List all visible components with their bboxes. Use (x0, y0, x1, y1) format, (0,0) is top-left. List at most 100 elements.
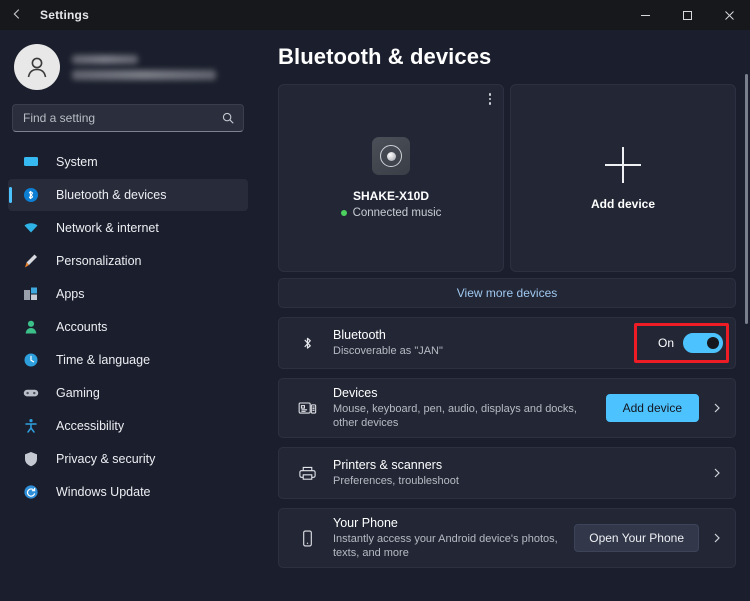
minimize-button[interactable] (624, 0, 666, 30)
search-icon[interactable] (221, 111, 235, 125)
bluetooth-toggle-label: On (657, 336, 674, 350)
device-status-label: Connected music (352, 207, 442, 219)
sidebar-item-label: Accessibility (56, 419, 125, 433)
window-body: System Bluetooth & devices Ne (0, 30, 750, 601)
close-icon (724, 10, 735, 21)
your-phone-row-text: Your Phone Instantly access your Android… (333, 509, 574, 567)
devices-row-title: Devices (333, 386, 378, 400)
sidebar-item-label: Privacy & security (56, 452, 156, 466)
content-scrollbar[interactable] (745, 74, 748, 324)
search-input[interactable] (23, 111, 221, 125)
close-button[interactable] (708, 0, 750, 30)
window-controls (624, 0, 750, 30)
speaker-icon (372, 137, 410, 175)
devices-icon (295, 399, 319, 418)
more-options-icon[interactable] (488, 93, 491, 105)
add-device-card[interactable]: Add device (510, 84, 736, 272)
sidebar-nav: System Bluetooth & devices Network & int… (8, 144, 248, 508)
title-bar: Settings (0, 0, 750, 30)
wifi-icon (22, 219, 40, 237)
arrow-left-icon (10, 7, 24, 24)
minimize-icon (640, 10, 651, 21)
account-text (72, 54, 216, 80)
search-container (8, 100, 248, 144)
apps-icon (22, 285, 40, 303)
monitor-icon (22, 153, 40, 171)
add-device-button[interactable]: Add device (605, 394, 699, 422)
sidebar-item-label: Windows Update (56, 485, 151, 499)
sidebar-item-privacy-security[interactable]: Privacy & security (8, 443, 248, 475)
sidebar-item-bluetooth-devices[interactable]: Bluetooth & devices (8, 179, 248, 211)
sidebar-item-label: Personalization (56, 254, 142, 268)
connected-device-card[interactable]: SHAKE-X10D Connected music (278, 84, 504, 272)
sidebar-item-time-language[interactable]: Time & language (8, 344, 248, 376)
sidebar-item-personalization[interactable]: Personalization (8, 245, 248, 277)
content-area: Bluetooth & devices SHAKE-X10D Connected… (256, 30, 750, 601)
search-box[interactable] (12, 104, 244, 132)
bluetooth-toggle[interactable] (683, 333, 723, 353)
bluetooth-icon (22, 186, 40, 204)
sidebar-item-gaming[interactable]: Gaming (8, 377, 248, 409)
refresh-icon (22, 483, 40, 501)
gamepad-icon (22, 384, 40, 402)
sidebar-item-label: Gaming (56, 386, 100, 400)
bluetooth-row-subtitle: Discoverable as "JAN" (333, 345, 443, 357)
devices-row-text: Devices Mouse, keyboard, pen, audio, dis… (333, 379, 606, 437)
your-phone-row[interactable]: Your Phone Instantly access your Android… (278, 508, 736, 568)
chevron-right-icon[interactable] (711, 467, 723, 479)
sidebar-item-label: Bluetooth & devices (56, 188, 167, 202)
shield-icon (22, 450, 40, 468)
sidebar-item-apps[interactable]: Apps (8, 278, 248, 310)
status-dot-icon (340, 210, 347, 216)
sidebar-item-label: Network & internet (56, 221, 159, 235)
sidebar-item-accessibility[interactable]: Accessibility (8, 410, 248, 442)
view-more-devices-link[interactable]: View more devices (278, 278, 736, 308)
device-name: SHAKE-X10D (352, 189, 430, 203)
open-your-phone-button-label: Open Your Phone (589, 531, 684, 545)
settings-window: Settings Find a setting System Bluetooth… (0, 0, 750, 601)
maximize-icon (682, 10, 693, 21)
sidebar: System Bluetooth & devices Ne (0, 30, 256, 601)
account-email-redacted (72, 69, 216, 80)
chevron-right-icon[interactable] (711, 402, 723, 414)
your-phone-row-subtitle: Instantly access your Android device's p… (333, 533, 558, 559)
sidebar-item-windows-update[interactable]: Windows Update (8, 476, 248, 508)
avatar (14, 44, 60, 90)
back-button[interactable] (0, 0, 34, 30)
sidebar-item-system[interactable]: System (8, 146, 248, 178)
app-title: Settings (40, 8, 89, 22)
account-summary[interactable] (8, 30, 248, 100)
your-phone-row-title: Your Phone (333, 516, 398, 530)
sidebar-item-label: Accounts (56, 320, 108, 334)
sidebar-item-accounts[interactable]: Accounts (8, 311, 248, 343)
person-icon (22, 318, 40, 336)
paintbrush-icon (22, 252, 40, 270)
sidebar-item-label: Apps (56, 287, 85, 301)
sidebar-item-label: Time & language (56, 353, 151, 367)
sidebar-item-network-internet[interactable]: Network & internet (8, 212, 248, 244)
device-cards-row: SHAKE-X10D Connected music Add device (278, 84, 736, 272)
accessibility-icon (22, 417, 40, 435)
sidebar-item-label: System (56, 155, 98, 169)
devices-row[interactable]: Devices Mouse, keyboard, pen, audio, dis… (278, 378, 736, 438)
bluetooth-icon (295, 335, 319, 352)
devices-row-subtitle: Mouse, keyboard, pen, audio, displays an… (333, 403, 577, 429)
page-title: Bluetooth & devices (278, 44, 492, 69)
add-device-card-label: Add device (590, 197, 656, 211)
account-name-redacted (72, 54, 138, 64)
phone-icon (295, 529, 319, 548)
maximize-button[interactable] (666, 0, 708, 30)
bluetooth-row-text: Bluetooth Discoverable as "JAN" (333, 321, 658, 365)
printers-scanners-row[interactable]: Printers & scanners Preferences, trouble… (278, 447, 736, 499)
add-device-button-label: Add device (622, 401, 682, 415)
device-status: Connected music (340, 207, 442, 219)
view-more-devices-label: View more devices (456, 286, 558, 300)
chevron-right-icon[interactable] (711, 532, 723, 544)
clock-icon (22, 351, 40, 369)
printers-row-subtitle: Preferences, troubleshoot (333, 475, 459, 487)
bluetooth-toggle-wrap: On (634, 323, 729, 363)
bluetooth-row[interactable]: Bluetooth Discoverable as "JAN" On (278, 317, 736, 369)
bluetooth-row-title: Bluetooth (333, 328, 386, 342)
open-your-phone-button[interactable]: Open Your Phone (574, 524, 699, 552)
plus-icon (603, 145, 643, 185)
